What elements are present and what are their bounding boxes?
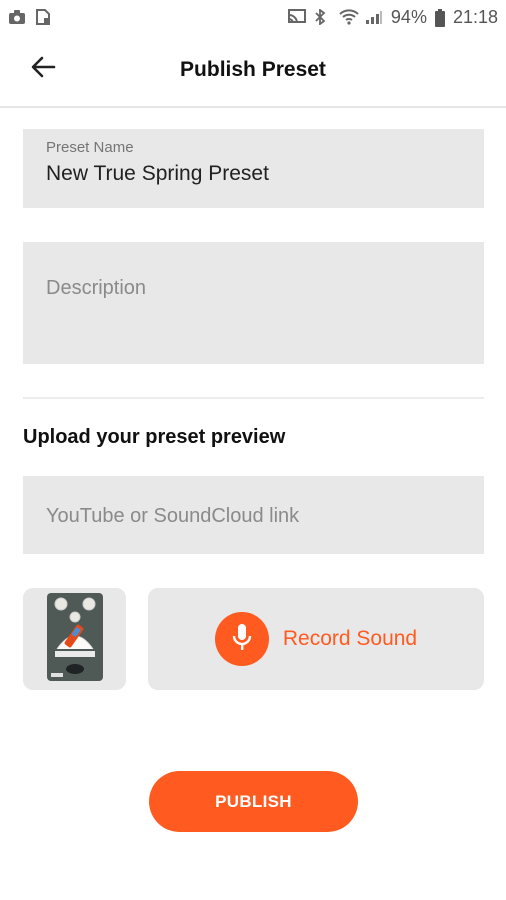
description-field[interactable]: Description <box>23 242 484 364</box>
description-placeholder: Description <box>46 277 147 299</box>
camera-icon <box>8 9 26 25</box>
preview-link-field[interactable]: YouTube or SoundCloud link <box>23 476 484 554</box>
mic-button-circle <box>214 612 269 666</box>
record-sound-label: Record Sound <box>282 627 418 650</box>
sim-icon <box>34 9 52 25</box>
microphone-icon <box>231 622 253 657</box>
cast-icon <box>287 9 306 25</box>
bluetooth-icon <box>313 8 331 26</box>
status-bar: 94% 21:18 <box>0 0 506 34</box>
clock: 21:18 <box>452 6 498 27</box>
record-sound-button[interactable]: Record Sound <box>148 588 484 690</box>
preset-name-label: Preset Name <box>46 139 134 156</box>
status-left <box>8 9 52 25</box>
arrow-left-icon <box>30 55 56 84</box>
signal-icon <box>365 9 383 25</box>
battery-icon <box>434 9 445 27</box>
preset-name-field[interactable]: Preset Name New True Spring Preset <box>23 129 484 208</box>
section-divider <box>23 397 484 399</box>
preset-name-value: New True Spring Preset <box>46 162 269 185</box>
battery-percent: 94% <box>390 6 427 27</box>
wifi-icon <box>339 9 359 25</box>
pedal-image <box>46 591 104 688</box>
back-button[interactable] <box>24 50 62 88</box>
upload-section-title: Upload your preset preview <box>23 426 286 448</box>
status-right: 94% 21:18 <box>287 7 498 28</box>
publish-button[interactable]: PUBLISH <box>149 771 358 832</box>
preview-link-placeholder: YouTube or SoundCloud link <box>46 505 300 527</box>
page-title: Publish Preset <box>180 58 326 81</box>
app-bar: Publish Preset <box>0 34 506 108</box>
pedal-thumbnail[interactable] <box>23 588 126 690</box>
